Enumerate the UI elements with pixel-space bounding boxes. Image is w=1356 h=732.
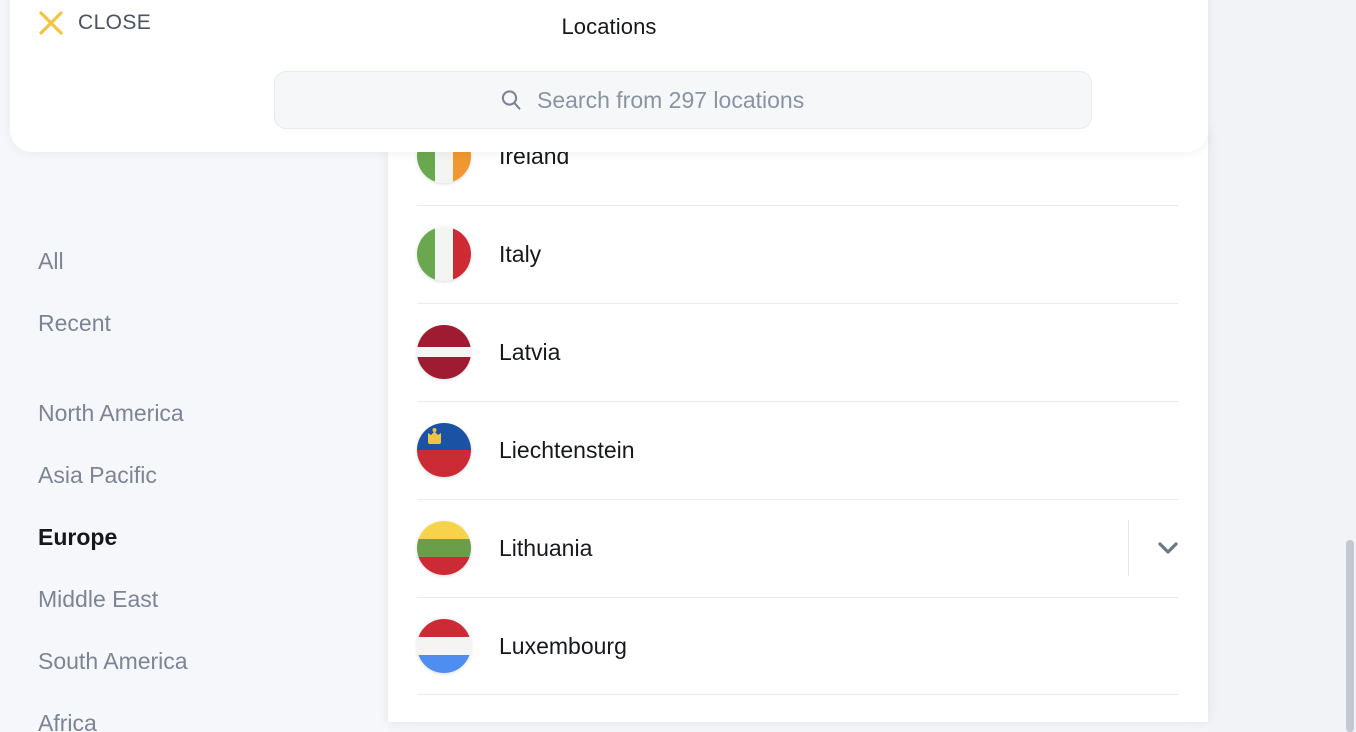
- list-item[interactable]: Lithuania: [388, 499, 1208, 597]
- locations-list-panel: Ireland Italy Latvia Liechtenstein Lithu…: [388, 128, 1208, 722]
- search-input[interactable]: [537, 86, 867, 114]
- locations-list: Ireland Italy Latvia Liechtenstein Lithu…: [388, 128, 1208, 722]
- list-item[interactable]: Latvia: [388, 303, 1208, 401]
- locations-modal: CLOSE Locations All Recent North America…: [0, 0, 1356, 732]
- list-item[interactable]: Luxembourg: [388, 597, 1208, 695]
- flag-italy-icon: [417, 227, 471, 281]
- flag-liechtenstein-icon: [417, 423, 471, 477]
- flag-luxembourg-icon: [417, 619, 471, 673]
- location-name: Italy: [499, 240, 542, 267]
- page-scrollbar[interactable]: [1342, 0, 1356, 732]
- row-action-divider: [1128, 520, 1129, 576]
- sidebar-item-north-america[interactable]: North America: [38, 382, 388, 444]
- list-item[interactable]: Italy: [388, 205, 1208, 303]
- sidebar-item-africa[interactable]: Africa: [38, 692, 388, 732]
- chevron-down-icon[interactable]: [1151, 531, 1185, 565]
- search-field[interactable]: [274, 71, 1092, 129]
- location-name: Latvia: [499, 338, 561, 365]
- search-icon: [499, 88, 523, 112]
- sidebar-item-middle-east[interactable]: Middle East: [38, 568, 388, 630]
- page-background-right: [1208, 0, 1356, 732]
- sidebar-separator: [38, 354, 388, 382]
- sidebar-item-europe[interactable]: Europe: [38, 506, 388, 568]
- list-item[interactable]: Liechtenstein: [388, 401, 1208, 499]
- sidebar-item-recent[interactable]: Recent: [38, 292, 388, 354]
- location-name: Luxembourg: [499, 632, 627, 659]
- location-name: Lithuania: [499, 534, 593, 561]
- flag-lithuania-icon: [417, 521, 471, 575]
- search-inner: [499, 86, 867, 114]
- flag-latvia-icon: [417, 325, 471, 379]
- page-title: Locations: [561, 14, 657, 39]
- sidebar-item-asia-pacific[interactable]: Asia Pacific: [38, 444, 388, 506]
- page-scrollbar-thumb[interactable]: [1346, 540, 1354, 732]
- modal-header: CLOSE Locations: [10, 0, 1208, 152]
- sidebar-item-south-america[interactable]: South America: [38, 630, 388, 692]
- location-name: Liechtenstein: [499, 436, 635, 463]
- sidebar-item-all[interactable]: All: [38, 230, 388, 292]
- row-actions: [1128, 499, 1185, 597]
- region-sidebar: All Recent North America Asia Pacific Eu…: [0, 152, 388, 732]
